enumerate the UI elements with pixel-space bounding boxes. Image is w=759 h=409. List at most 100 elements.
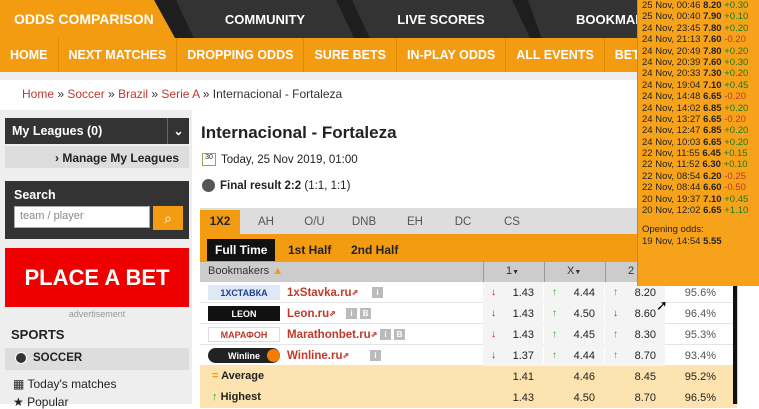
tab-live-scores[interactable]: LIVE SCORES [352, 0, 530, 38]
history-line: 25 Nov, 00:40 7.90 +0.10 [642, 11, 759, 22]
col-x[interactable]: X▼ [544, 262, 604, 282]
arrow-down-icon: ↓ [491, 287, 496, 298]
tab-dc[interactable]: DC [441, 210, 485, 234]
tab-second-half[interactable]: 2nd Half [343, 239, 406, 261]
sidebar-item-todays-matches[interactable]: ▦ Today's matches [13, 377, 116, 391]
odds-cell[interactable]: ↓ 1.43 [483, 282, 543, 303]
my-leagues-label: My Leagues (0) [12, 124, 103, 138]
history-time: 22 Nov, 11:52 [642, 159, 700, 171]
col-bookmakers[interactable]: Bookmakers ▲ [208, 265, 283, 277]
col-2-label: 2 [628, 265, 635, 277]
soccer-ball-icon [15, 352, 27, 364]
tab-eh[interactable]: EH [393, 210, 437, 234]
chevron-down-icon[interactable]: ⌄ [167, 118, 189, 144]
tab-1x2[interactable]: 1X2 [200, 210, 240, 234]
nav-dropping-odds[interactable]: DROPPING ODDS [177, 38, 305, 72]
odds-cell[interactable]: ↑ 8.30 [605, 324, 665, 345]
arrow-up-icon: ↑ [613, 350, 618, 361]
sort-icon: ▼ [574, 269, 582, 276]
breadcrumb-brazil[interactable]: Brazil [118, 87, 148, 101]
sidebar-item-soccer[interactable]: SOCCER [5, 348, 189, 370]
tab-ou[interactable]: O/U [292, 210, 337, 234]
external-link-icon[interactable]: ⇗ [371, 330, 378, 339]
manage-leagues-link[interactable]: › Manage My Leagues [5, 146, 189, 168]
place-a-bet-banner[interactable]: PLACE A BET [5, 248, 189, 307]
history-time: 24 Nov, 20:49 [642, 45, 701, 57]
external-link-icon[interactable]: ⇗ [342, 351, 349, 360]
bonus-icon[interactable]: B [394, 329, 405, 340]
info-icon[interactable]: i [380, 329, 391, 340]
history-value: 6.45 [702, 148, 721, 160]
table-row: МАРАФОН Marathonbet.ru ⇗ i B ↓ 1.43 ↑ 4.45 … [200, 324, 737, 345]
history-time: 24 Nov, 20:39 [642, 56, 701, 68]
history-value: 6.85 [703, 125, 722, 137]
nav-next-matches[interactable]: NEXT MATCHES [59, 38, 178, 72]
odds-cell[interactable]: ↑ 4.50 [544, 303, 604, 324]
history-line: 20 Nov, 19:37 7.10 +0.45 [642, 194, 759, 205]
odds-cell[interactable]: ↓ 1.37 [483, 345, 543, 366]
bookmaker-name[interactable]: 1xStavka.ru ⇗ [287, 282, 358, 303]
search-input[interactable]: team / player [14, 206, 150, 228]
history-time: 25 Nov, 00:46 [642, 0, 701, 11]
history-line: 24 Nov, 23:45 7.80 +0.20 [642, 23, 759, 34]
bookmaker-name[interactable]: Leon.ru ⇗ [287, 303, 336, 324]
nav-in-play-odds[interactable]: IN-PLAY ODDS [397, 38, 507, 72]
history-line: 24 Nov, 10:03 6.65 +0.20 [642, 137, 759, 148]
info-icon[interactable]: i [372, 287, 383, 298]
history-line: 25 Nov, 00:46 8.20 +0.30 [642, 0, 759, 11]
info-icon[interactable]: i [370, 350, 381, 361]
history-line: 22 Nov, 08:54 6.20 -0.25 [642, 171, 759, 182]
tab-full-time[interactable]: Full Time [207, 239, 276, 261]
tab-community[interactable]: COMMUNITY [176, 0, 354, 38]
my-leagues-header[interactable]: My Leagues (0) ⌄ [5, 118, 189, 144]
tab-first-half[interactable]: 1st Half [280, 239, 339, 261]
odds-cell[interactable]: ↑ 4.44 [544, 282, 604, 303]
history-line: 24 Nov, 21:13 7.60 -0.20 [642, 34, 759, 45]
tab-odds-comparison[interactable]: ODDS COMPARISON [0, 0, 175, 38]
average-odds: 8.45 [634, 370, 656, 383]
breadcrumb-soccer[interactable]: Soccer [67, 87, 104, 101]
sidebar-item-popular[interactable]: ★ Popular [13, 395, 68, 409]
bookmaker-logo[interactable]: LEON [208, 306, 280, 321]
highest-text: Highest [220, 391, 261, 403]
nav-all-events[interactable]: ALL EVENTS [506, 38, 605, 72]
odds-cell[interactable]: ↑ 4.44 [544, 345, 604, 366]
bonus-icon[interactable]: B [360, 308, 371, 319]
odds-cell[interactable]: ↑ 8.70 [605, 345, 665, 366]
bookmaker-name[interactable]: Winline.ru ⇗ [287, 345, 349, 366]
info-icon[interactable]: i [346, 308, 357, 319]
tab-dnb[interactable]: DNB [340, 210, 388, 234]
history-change: +0.10 [724, 11, 749, 23]
history-time: 24 Nov, 10:03 [642, 136, 701, 148]
odds-cell[interactable]: ↓ 1.43 [483, 324, 543, 345]
odds-cell[interactable]: ↓ 1.43 [483, 303, 543, 324]
bookmaker-name[interactable]: Marathonbet.ru ⇗ [287, 324, 377, 345]
tab-cs[interactable]: CS [490, 210, 534, 234]
payout-cell: 96.4% [684, 307, 716, 320]
col-1[interactable]: 1▼ [483, 262, 543, 282]
average-odds: 1.41 [512, 370, 534, 383]
bookmaker-name-text: Leon.ru [287, 307, 330, 320]
history-line: 20 Nov, 12:02 6.65 +1.10 [642, 205, 759, 216]
history-change: -0.20 [724, 113, 746, 125]
external-link-icon[interactable]: ⇗ [352, 288, 359, 297]
highest-odds: 1.43 [512, 391, 534, 404]
nav-home[interactable]: HOME [0, 38, 59, 72]
equals-icon: = [212, 370, 219, 382]
soccer-label: SOCCER [33, 352, 83, 364]
arrow-up-icon: ↑ [552, 329, 557, 340]
nav-sure-bets[interactable]: SURE BETS [304, 38, 397, 72]
external-link-icon[interactable]: ⇗ [329, 309, 336, 318]
history-time: 22 Nov, 08:44 [642, 182, 701, 194]
history-time: 24 Nov, 14:02 [642, 102, 701, 114]
bookmaker-logo[interactable]: МАРАФОН [208, 327, 280, 342]
odds-cell[interactable]: ↑ 4.45 [544, 324, 604, 345]
history-change: +0.20 [724, 45, 749, 57]
breadcrumb-home[interactable]: Home [22, 87, 54, 101]
bookmaker-logo[interactable]: 1XСТАВКА [208, 285, 280, 300]
tab-ah[interactable]: AH [245, 210, 287, 234]
result-icon [202, 179, 215, 192]
breadcrumb-serie-a[interactable]: Serie A [161, 87, 199, 101]
search-icon[interactable]: ⌕ [153, 206, 183, 230]
arrow-up-icon: ↑ [613, 329, 618, 340]
